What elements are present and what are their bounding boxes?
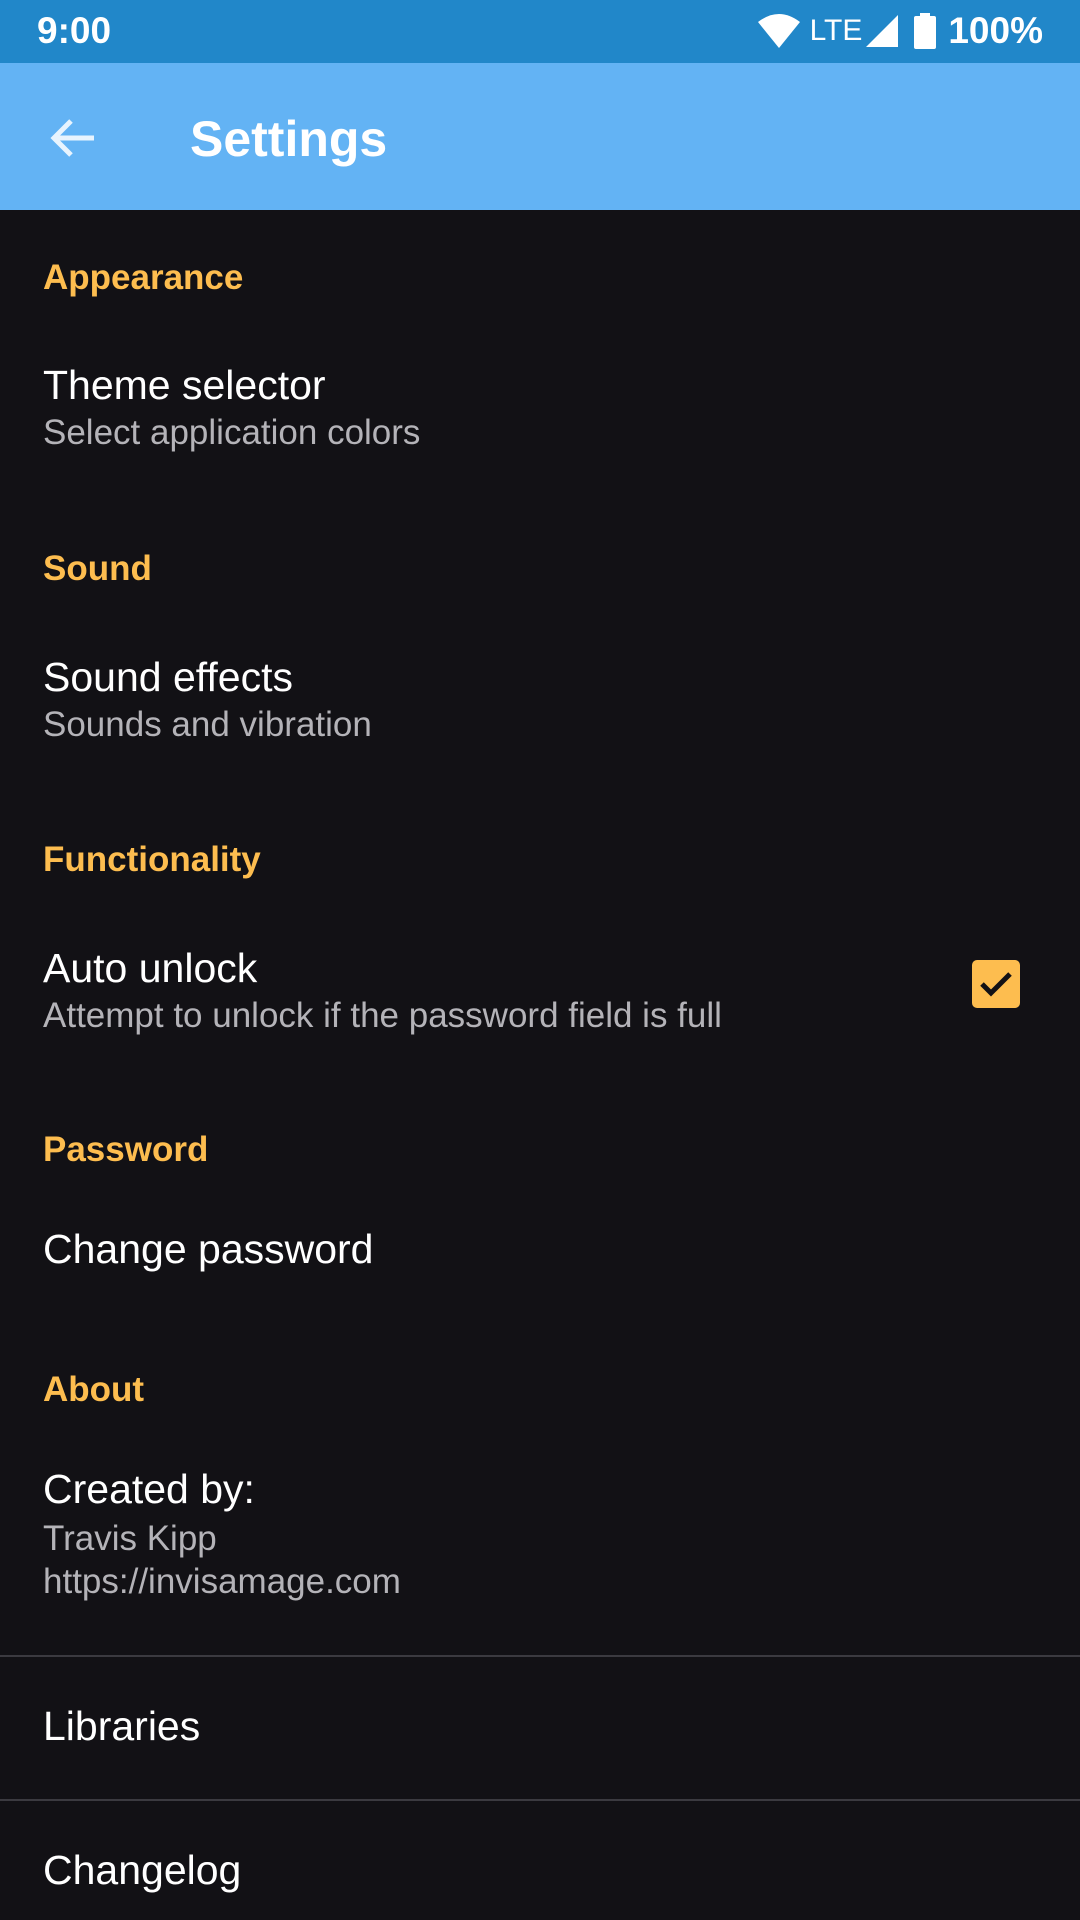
pref-summary: Select application colors (43, 413, 421, 452)
status-icons: LTE 100% (757, 10, 1043, 51)
cell-signal-icon (866, 15, 899, 47)
pref-sound-effects[interactable]: Sound effects Sounds and vibration (0, 610, 1080, 760)
app-bar: Settings (0, 63, 1080, 210)
pref-change-password[interactable]: Change password (0, 1190, 1080, 1310)
section-header-sound: Sound (43, 549, 152, 588)
network-type: LTE (809, 14, 863, 47)
status-bar: 9:00 LTE 100% (0, 0, 1080, 63)
pref-title: Sound effects (43, 654, 293, 700)
author-name: Travis Kipp (43, 1519, 217, 1558)
pref-changelog[interactable]: Changelog (0, 1801, 1080, 1920)
arrow-back-icon (50, 119, 94, 157)
section-header-appearance: Appearance (43, 258, 244, 297)
section-header-functionality: Functionality (43, 840, 261, 879)
section-header-password: Password (43, 1130, 209, 1169)
pref-libraries[interactable]: Libraries (0, 1657, 1080, 1799)
pref-auto-unlock[interactable]: Auto unlock Attempt to unlock if the pas… (0, 900, 1080, 1050)
status-time: 9:00 (37, 10, 112, 51)
pref-created-by[interactable]: Created by: Travis Kipp https://invisama… (0, 1430, 1080, 1630)
pref-theme-selector[interactable]: Theme selector Select application colors (0, 320, 1080, 470)
pref-title: Auto unlock (43, 945, 258, 991)
author-url: https://invisamage.com (43, 1562, 401, 1601)
battery-icon (914, 13, 937, 49)
auto-unlock-checkbox[interactable] (972, 960, 1020, 1008)
wifi-icon (757, 14, 800, 48)
pref-title: Theme selector (43, 362, 326, 408)
pref-title: Libraries (43, 1703, 201, 1749)
pref-title: Change password (43, 1226, 374, 1272)
pref-summary: Sounds and vibration (43, 705, 372, 744)
back-button[interactable] (30, 103, 116, 173)
pref-title: Created by: (43, 1466, 255, 1512)
section-header-about: About (43, 1370, 145, 1409)
checkmark-icon (980, 972, 1012, 997)
battery-level: 100% (948, 10, 1043, 51)
pref-title: Changelog (43, 1847, 242, 1893)
pref-summary: Attempt to unlock if the password field … (43, 996, 722, 1035)
page-title: Settings (190, 111, 388, 167)
